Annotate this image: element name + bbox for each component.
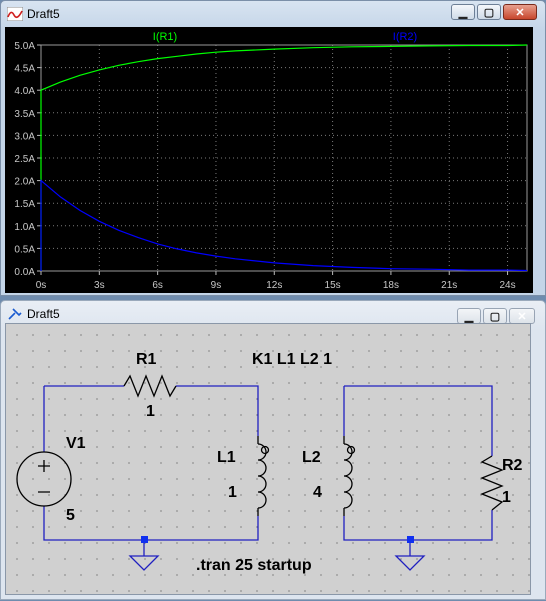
- y-tick-label: 2.5A: [14, 154, 35, 165]
- l2-value-label: 4: [313, 484, 322, 501]
- ground-symbol[interactable]: [128, 536, 160, 571]
- v1-name-label: V1: [66, 435, 86, 452]
- schematic-window-title: Draft5: [27, 307, 60, 321]
- l1-value-label: 1: [228, 484, 237, 501]
- l1-name-label: L1: [217, 449, 236, 466]
- x-tick-label: 18s: [383, 280, 399, 291]
- minimize-icon: ▁: [464, 310, 474, 323]
- r2-name-label: R2: [502, 457, 523, 474]
- wire[interactable]: [343, 510, 493, 541]
- wire[interactable]: [176, 385, 259, 436]
- close-icon: ✕: [515, 6, 525, 19]
- close-button[interactable]: ✕: [503, 4, 537, 20]
- ground-symbol[interactable]: [394, 536, 426, 571]
- maximize-button[interactable]: ▢: [477, 4, 501, 20]
- legend-entry[interactable]: I(R1): [153, 31, 177, 43]
- l2-name-label: L2: [302, 449, 321, 466]
- waveform-window: Draft5 ▁ ▢ ✕ 0.0A 0.5A 1.0A 1.5A 2.0A 2.5A 3.0…: [0, 0, 546, 296]
- minimize-button[interactable]: ▁: [451, 4, 475, 20]
- voltage-source-v1[interactable]: [16, 451, 72, 507]
- y-tick-label: 4.5A: [14, 64, 35, 75]
- legend-entry[interactable]: I(R2): [393, 31, 417, 43]
- y-tick-label: 4.0A: [14, 86, 35, 97]
- y-tick-label: 2.0A: [14, 177, 35, 188]
- inductor-l2[interactable]: [343, 436, 356, 516]
- x-tick-label: 6s: [152, 280, 163, 291]
- maximize-icon: ▢: [489, 310, 501, 323]
- waveform-titlebar[interactable]: Draft5 ▁ ▢ ✕: [1, 1, 545, 27]
- schematic-window: Draft5 ▁ ▢ ✕ R1 1 K1 L1 L2 1 V1 5 L1 1 L…: [0, 300, 546, 600]
- schematic-drawing[interactable]: R1 1 K1 L1 L2 1 V1 5 L1 1 L2 4 R2 1 .tra…: [6, 324, 532, 596]
- wire[interactable]: [43, 506, 259, 541]
- x-tick-label: 24s: [499, 280, 515, 291]
- close-icon: ✕: [517, 310, 527, 323]
- y-tick-label: 1.5A: [14, 199, 35, 210]
- y-tick-label: 0.5A: [14, 244, 35, 255]
- plot-canvas[interactable]: 0.0A 0.5A 1.0A 1.5A 2.0A 2.5A 3.0A 3.5A 4.0A 4.5A…: [5, 27, 533, 293]
- x-tick-label: 12s: [266, 280, 282, 291]
- inductor-l1[interactable]: [257, 436, 270, 516]
- waveform-app-icon: [7, 7, 23, 21]
- x-tick-label: 0s: [36, 280, 47, 291]
- x-tick-label: 3s: [94, 280, 105, 291]
- maximize-icon: ▢: [483, 6, 495, 19]
- x-tick-label: 9s: [211, 280, 222, 291]
- schematic-minimize-button[interactable]: ▁: [457, 308, 481, 324]
- tran-directive[interactable]: .tran 25 startup: [196, 557, 312, 574]
- waveform-window-title: Draft5: [27, 7, 60, 21]
- r2-value-label: 1: [502, 489, 511, 506]
- r1-name-label: R1: [136, 351, 157, 368]
- wire[interactable]: [344, 385, 493, 456]
- y-tick-label: 5.0A: [14, 41, 35, 52]
- resistor-r2[interactable]: [480, 455, 504, 511]
- minimize-icon: ▁: [458, 6, 468, 19]
- y-tick-label: 0.0A: [14, 267, 35, 278]
- y-tick-label: 3.0A: [14, 131, 35, 142]
- x-tick-label: 21s: [441, 280, 457, 291]
- schematic-app-icon: [8, 308, 22, 320]
- waveform-plot[interactable]: 0.0A 0.5A 1.0A 1.5A 2.0A 2.5A 3.0A 3.5A 4.0A 4.5A…: [5, 27, 533, 293]
- schematic-maximize-button[interactable]: ▢: [483, 308, 507, 324]
- resistor-r1[interactable]: [123, 374, 177, 398]
- y-tick-label: 1.0A: [14, 222, 35, 233]
- schematic-canvas[interactable]: R1 1 K1 L1 L2 1 V1 5 L1 1 L2 4 R2 1 .tra…: [5, 323, 531, 595]
- v1-value-label: 5: [66, 507, 75, 524]
- y-tick-label: 3.5A: [14, 109, 35, 120]
- r1-value-label: 1: [146, 403, 155, 420]
- schematic-close-button[interactable]: ✕: [509, 308, 535, 324]
- coupling-directive[interactable]: K1 L1 L2 1: [252, 351, 332, 368]
- x-tick-label: 15s: [325, 280, 341, 291]
